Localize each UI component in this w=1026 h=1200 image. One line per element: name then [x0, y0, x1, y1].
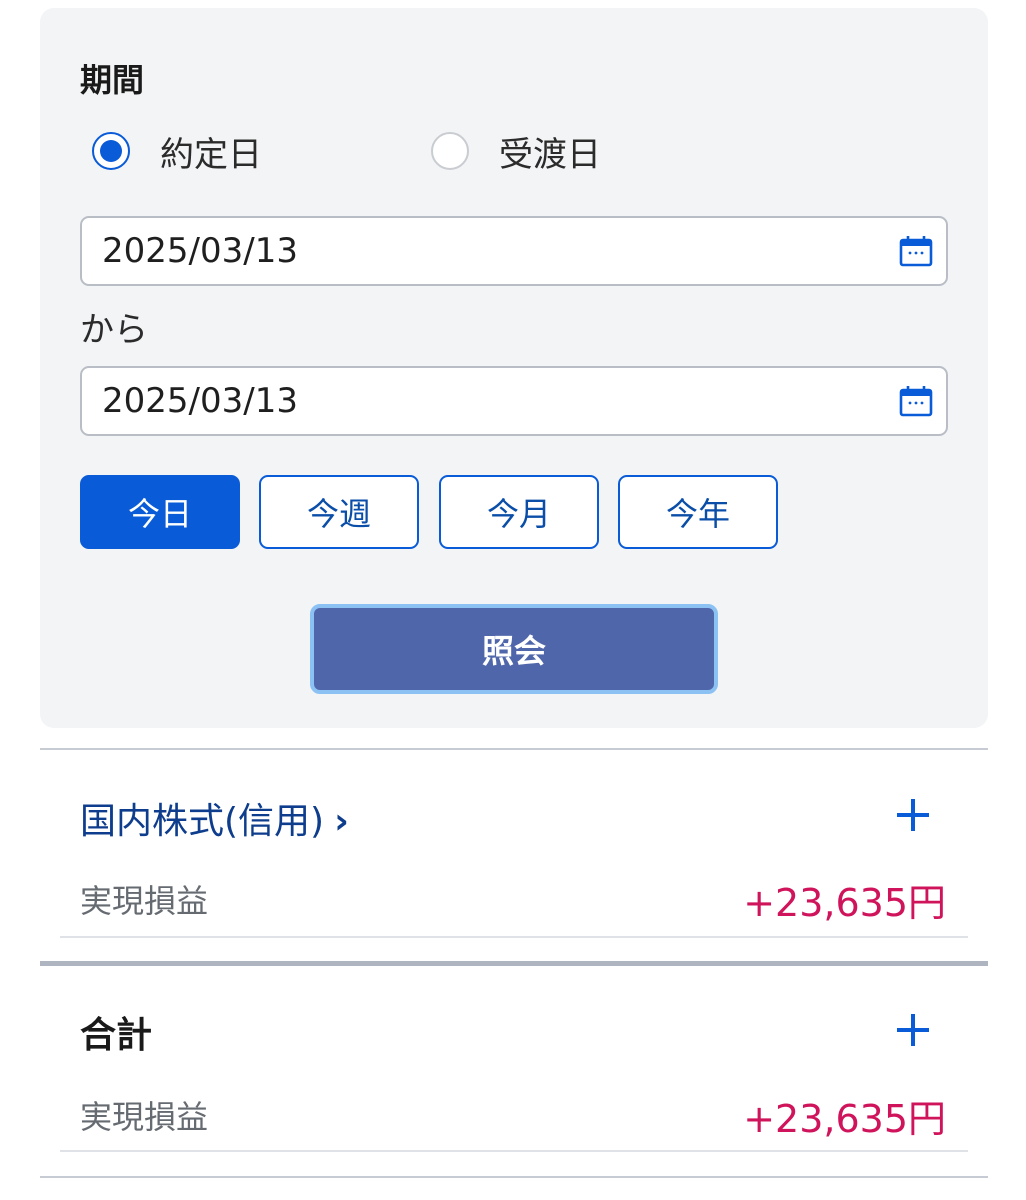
total-realized-pnl-label: 実現損益: [80, 1098, 209, 1136]
calendar-icon[interactable]: [898, 234, 934, 270]
realized-pnl-label: 実現損益: [80, 882, 209, 920]
radio-settlement-date-label: 受渡日: [499, 134, 601, 175]
range-separator: から: [80, 310, 148, 350]
row-divider: [60, 936, 968, 938]
divider: [40, 748, 988, 750]
quick-range-today-button[interactable]: 今日: [80, 475, 240, 549]
total-title: 合計: [80, 1015, 153, 1056]
total-realized-pnl-value: +23,635円: [743, 1097, 946, 1141]
section-title: 国内株式(信用): [80, 801, 325, 842]
radio-settlement-date[interactable]: 受渡日: [431, 128, 601, 175]
quick-range-this-month-button[interactable]: 今月: [439, 475, 599, 549]
end-date-value: 2025/03/13: [102, 381, 298, 421]
end-date-field[interactable]: 2025/03/13: [80, 366, 948, 436]
calendar-icon[interactable]: [898, 384, 934, 420]
realized-pnl-value: +23,635円: [743, 881, 946, 925]
plus-icon[interactable]: [893, 1010, 933, 1050]
radio-button-checked[interactable]: [92, 132, 130, 170]
radio-trade-date-label: 約定日: [160, 134, 262, 175]
divider: [40, 1176, 988, 1178]
start-date-value: 2025/03/13: [102, 231, 298, 271]
radio-trade-date[interactable]: 約定日: [92, 128, 262, 175]
quick-range-this-year-button[interactable]: 今年: [618, 475, 778, 549]
chevron-right-icon: ›: [334, 801, 349, 842]
section-link-margin-trading[interactable]: 国内株式(信用) ›: [80, 792, 349, 844]
plus-icon[interactable]: [893, 795, 933, 835]
period-label: 期間: [80, 61, 145, 99]
row-divider: [60, 1150, 968, 1152]
radio-button-unchecked[interactable]: [431, 132, 469, 170]
submit-query-button[interactable]: 照会: [310, 604, 718, 694]
quick-range-this-week-button[interactable]: 今週: [259, 475, 419, 549]
start-date-field[interactable]: 2025/03/13: [80, 216, 948, 286]
section-divider: [40, 961, 988, 966]
